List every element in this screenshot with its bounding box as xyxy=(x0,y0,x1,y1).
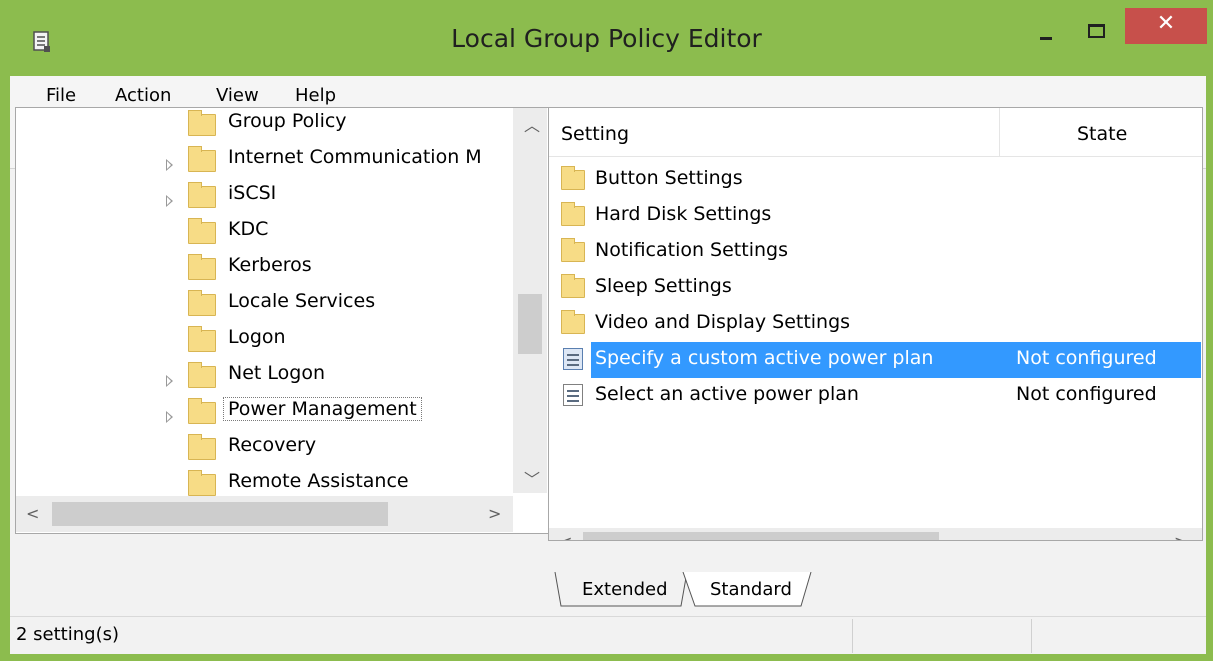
status-separator xyxy=(1031,619,1032,653)
list-item-name: Hard Disk Settings xyxy=(595,203,772,225)
tree-item-label: KDC xyxy=(228,218,269,240)
list-item-folder[interactable]: Video and Display Settings xyxy=(549,306,1202,342)
expand-arrow-icon[interactable] xyxy=(166,195,173,207)
title-bar[interactable]: Local Group Policy Editor ✕ xyxy=(0,0,1213,76)
tab-standard[interactable]: Standard xyxy=(710,579,792,611)
policy-setting-icon xyxy=(563,384,583,406)
close-icon: ✕ xyxy=(1156,11,1176,36)
folder-icon xyxy=(188,398,216,424)
expand-arrow-icon[interactable] xyxy=(166,159,173,171)
column-header-state[interactable]: State xyxy=(1077,123,1127,145)
minimize-button[interactable] xyxy=(1020,10,1070,46)
list-item-folder[interactable]: Notification Settings xyxy=(549,234,1202,270)
scroll-down-icon[interactable]: ﹀ xyxy=(524,466,540,490)
tree-item-label: Kerberos xyxy=(228,254,312,276)
list-item-setting[interactable]: Select an active power plan Not configure… xyxy=(549,378,1202,414)
column-header-setting[interactable]: Setting xyxy=(561,123,629,145)
folder-icon xyxy=(188,146,216,172)
tree-item-label: Group Policy xyxy=(228,110,347,132)
maximize-button[interactable] xyxy=(1070,10,1120,46)
tree-item-label: Logon xyxy=(228,326,286,348)
folder-icon xyxy=(188,470,216,496)
scroll-left-icon[interactable]: < xyxy=(559,532,572,540)
list-item-name: Sleep Settings xyxy=(595,275,732,297)
list-item-name: Video and Display Settings xyxy=(595,311,851,333)
tree-pane[interactable]: Group Policy Internet Communication M iSCS… xyxy=(15,107,549,534)
tree-item-label: Internet Communication M xyxy=(228,146,482,168)
folder-icon xyxy=(188,434,216,460)
list-item-folder[interactable]: Sleep Settings xyxy=(549,270,1202,306)
expand-arrow-icon[interactable] xyxy=(166,375,173,387)
folder-icon xyxy=(188,362,216,388)
folder-icon xyxy=(561,274,585,298)
setting-state: Not configured xyxy=(1016,347,1157,369)
close-button[interactable]: ✕ xyxy=(1125,8,1207,44)
list-item-name: Button Settings xyxy=(595,167,743,189)
folder-icon xyxy=(561,310,585,334)
list-horizontal-scroll-thumb[interactable] xyxy=(583,532,939,540)
tree-item-label: iSCSI xyxy=(228,182,277,204)
scroll-up-icon[interactable]: ︿ xyxy=(524,112,540,136)
folder-icon xyxy=(561,238,585,262)
tree-vertical-scroll-thumb[interactable] xyxy=(518,294,542,354)
tab-extended[interactable]: Extended xyxy=(582,579,668,611)
tree-vertical-scrollbar[interactable]: ︿ ﹀ xyxy=(513,108,547,493)
column-divider[interactable] xyxy=(999,108,1000,156)
menu-help[interactable]: Help xyxy=(295,85,336,106)
scroll-left-icon[interactable]: < xyxy=(26,504,39,523)
expand-arrow-icon[interactable] xyxy=(166,411,173,423)
tree-item-label: Locale Services xyxy=(228,290,376,312)
list-item-folder[interactable]: Hard Disk Settings xyxy=(549,198,1202,234)
status-text: 2 setting(s) xyxy=(16,624,119,645)
policy-setting-icon xyxy=(563,348,583,370)
folder-icon xyxy=(188,326,216,352)
main-window: Local Group Policy Editor ✕ File Action … xyxy=(0,0,1213,661)
scroll-right-icon[interactable]: > xyxy=(1174,532,1187,540)
list-item-name: Notification Settings xyxy=(595,239,788,261)
scroll-right-icon[interactable]: > xyxy=(488,504,501,523)
status-bar: 2 setting(s) xyxy=(10,616,1206,654)
menu-view[interactable]: View xyxy=(216,85,259,106)
folder-icon xyxy=(561,166,585,190)
folder-icon xyxy=(188,182,216,208)
tree-item-label: Recovery xyxy=(228,434,317,456)
tree-horizontal-scroll-thumb[interactable] xyxy=(52,502,388,526)
list-item-folder[interactable]: Button Settings xyxy=(549,162,1202,198)
status-separator xyxy=(852,619,853,653)
folder-icon xyxy=(188,110,216,136)
folder-icon xyxy=(561,202,585,226)
menu-file[interactable]: File xyxy=(46,85,76,106)
settings-list-pane[interactable]: Setting State Button Settings Hard Disk S… xyxy=(548,107,1203,541)
folder-icon xyxy=(188,290,216,316)
folder-icon xyxy=(188,218,216,244)
setting-name: Select an active power plan xyxy=(595,383,859,405)
folder-icon xyxy=(188,254,216,280)
tree-horizontal-scrollbar[interactable]: < > xyxy=(16,496,513,532)
setting-name: Specify a custom active power plan xyxy=(595,347,934,369)
tree-item-label: Net Logon xyxy=(228,362,325,384)
list-item-setting[interactable]: Specify a custom active power plan Not co… xyxy=(549,342,1202,378)
menu-action[interactable]: Action xyxy=(115,85,171,106)
list-header: Setting State xyxy=(549,108,1202,157)
list-horizontal-scrollbar[interactable]: < > xyxy=(549,528,1202,540)
tree-item-label: Remote Assistance xyxy=(228,470,409,492)
tree-item-label: Power Management xyxy=(223,397,422,421)
setting-state: Not configured xyxy=(1016,383,1157,405)
